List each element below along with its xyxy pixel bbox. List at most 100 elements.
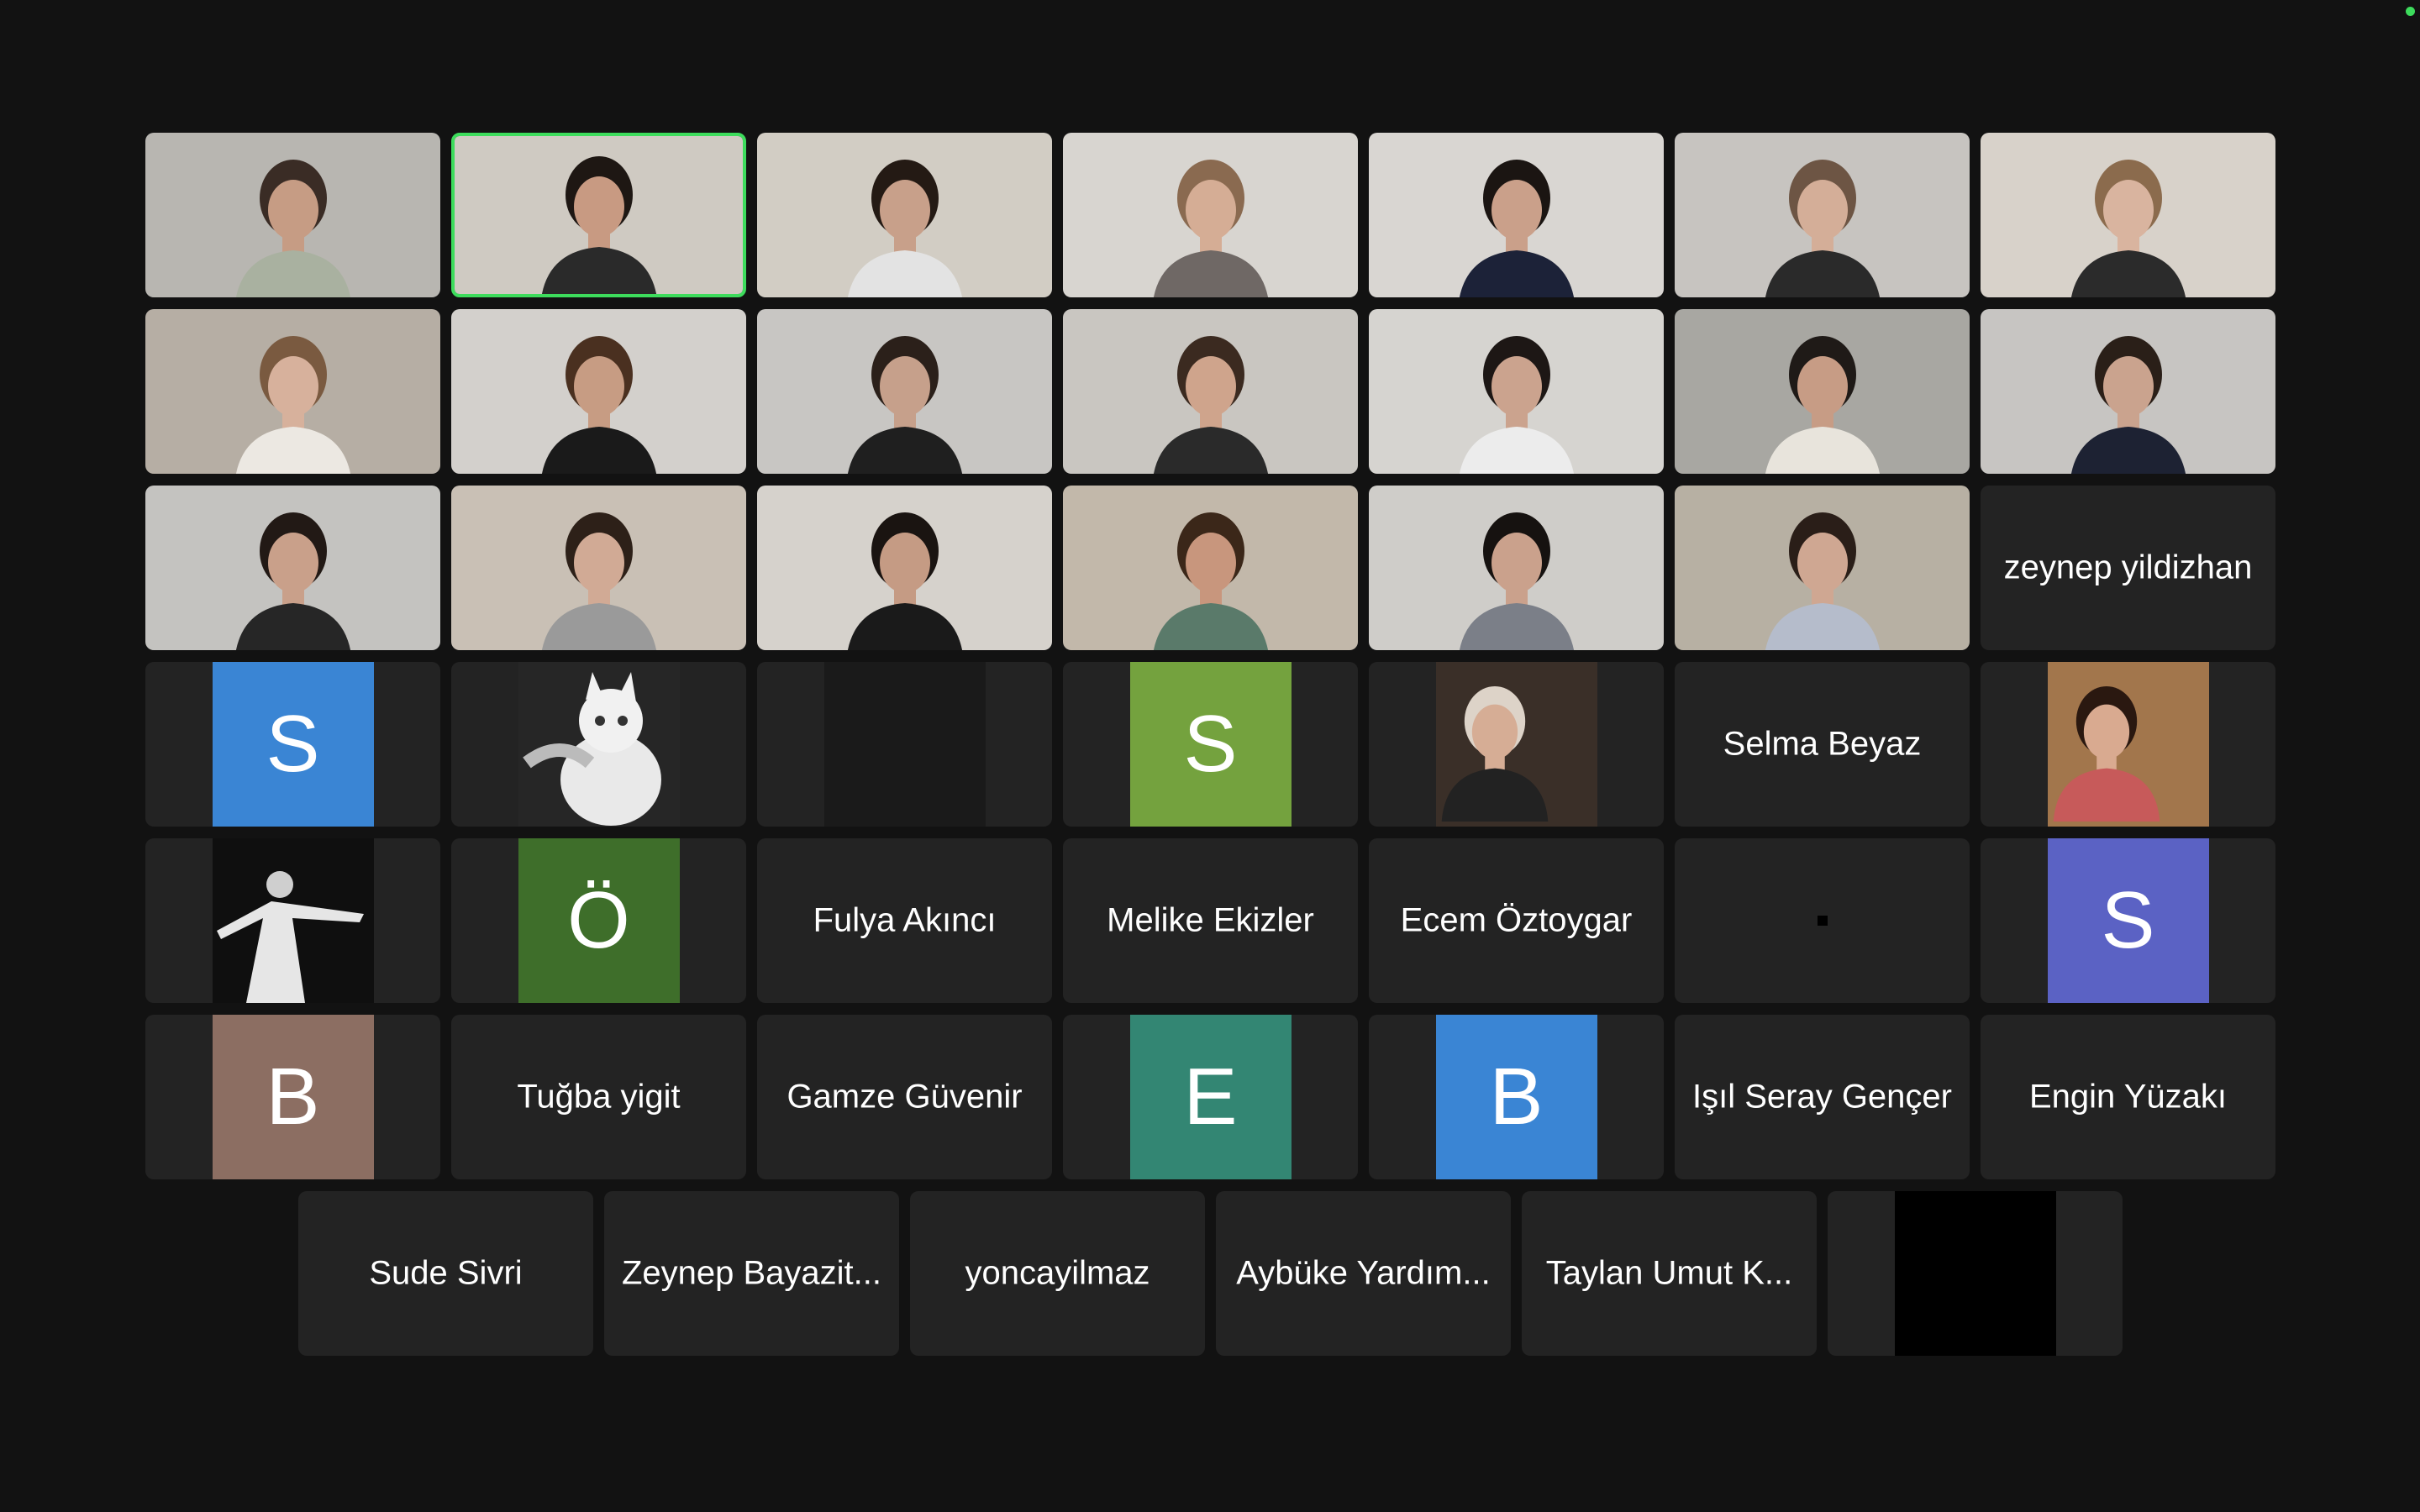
participant-video-tile[interactable]	[145, 309, 440, 474]
video-off-placeholder	[1894, 1191, 2056, 1356]
avatar: Ö	[518, 838, 680, 1003]
participant-video-tile[interactable]	[1063, 309, 1358, 474]
participant-name-tile[interactable]: Işıl Seray Gençer	[1675, 1015, 1970, 1179]
participant-avatar-tile[interactable]: B	[1369, 1015, 1664, 1179]
participant-no-video-tile[interactable]	[1828, 1191, 2123, 1356]
participant-video-tile[interactable]	[1675, 486, 1970, 650]
participant-name-tile[interactable]: Gamze Güvenir	[757, 1015, 1052, 1179]
video-feed	[455, 136, 743, 294]
video-feed	[1675, 486, 1970, 650]
avatar: E	[1129, 1015, 1292, 1179]
participant-photo-tile[interactable]	[1369, 662, 1664, 827]
participant-video-tile[interactable]	[1063, 133, 1358, 297]
participant-video-tile[interactable]	[451, 486, 746, 650]
participant-photo-tile[interactable]	[1981, 662, 2275, 827]
participant-silhouette-icon	[1459, 160, 1574, 297]
avatar: S	[212, 662, 374, 827]
profile-photo	[212, 838, 374, 1003]
participant-name: Zeynep Bayazit...	[621, 1254, 882, 1292]
participant-video-tile[interactable]	[1675, 133, 1970, 297]
participant-video-tile[interactable]	[1369, 309, 1664, 474]
video-feed	[1675, 133, 1970, 297]
participant-silhouette-icon	[235, 512, 350, 650]
participant-silhouette-icon	[235, 160, 350, 297]
avatar: S	[2047, 838, 2209, 1003]
participant-silhouette-icon	[1153, 336, 1268, 474]
status-dot-icon	[2406, 7, 2415, 16]
participant-name-tile[interactable]: yoncayilmaz	[910, 1191, 1205, 1356]
participant-name-tile[interactable]: Fulya Akıncı	[757, 838, 1052, 1003]
participant-name-tile[interactable]: Selma Beyaz	[1675, 662, 1970, 827]
video-feed	[1369, 133, 1664, 297]
participant-silhouette-icon	[1153, 512, 1268, 650]
participant-silhouette-icon	[541, 156, 656, 294]
video-feed	[145, 133, 440, 297]
participant-name: Işıl Seray Gençer	[1691, 1078, 1952, 1116]
participant-avatar-tile[interactable]: S	[145, 662, 440, 827]
profile-photo	[518, 662, 680, 827]
participant-video-tile[interactable]	[451, 309, 746, 474]
participant-video-tile[interactable]	[757, 309, 1052, 474]
video-feed	[757, 133, 1052, 297]
participant-name: Gamze Güvenir	[786, 1078, 1023, 1116]
participant-video-tile[interactable]	[1675, 309, 1970, 474]
participant-name-tile[interactable]: Zeynep Bayazit...	[604, 1191, 899, 1356]
participant-name: Ecem Öztoygar	[1400, 901, 1633, 939]
participant-silhouette-icon	[541, 336, 656, 474]
participant-video-tile[interactable]	[757, 486, 1052, 650]
video-feed	[451, 486, 746, 650]
participant-silhouette-icon	[2070, 336, 2186, 474]
participant-silhouette-icon	[1441, 685, 1548, 822]
participant-avatar-tile[interactable]: S	[1063, 662, 1358, 827]
participant-name: yoncayilmaz	[965, 1254, 1150, 1292]
participant-name-tile[interactable]: Sude Sivri	[298, 1191, 593, 1356]
participant-avatar-tile[interactable]: E	[1063, 1015, 1358, 1179]
participant-silhouette-icon	[1459, 336, 1574, 474]
participant-name-tile[interactable]: zeynep yildizhan	[1981, 486, 2275, 650]
video-feed	[1063, 309, 1358, 474]
participant-name: Tuğba yigit	[517, 1078, 681, 1116]
placeholder-dot-icon	[1817, 916, 1828, 926]
participant-avatar-tile[interactable]: S	[1981, 838, 2275, 1003]
participant-silhouette-icon	[1153, 160, 1268, 297]
participant-name-tile[interactable]: Ecem Öztoygar	[1369, 838, 1664, 1003]
participant-photo-tile[interactable]	[451, 662, 746, 827]
participant-name: Selma Beyaz	[1723, 725, 1922, 763]
profile-photo	[2047, 662, 2209, 827]
participant-name-tile[interactable]: Engin Yüzakı	[1981, 1015, 2275, 1179]
participant-video-tile[interactable]	[451, 133, 746, 297]
avatar: S	[1129, 662, 1292, 827]
participant-silhouette-icon	[1765, 512, 1880, 650]
participant-name: Melike Ekizler	[1107, 901, 1314, 939]
participant-silhouette-icon	[847, 336, 962, 474]
participant-name-tile[interactable]: Taylan Umut K...	[1522, 1191, 1817, 1356]
participant-no-video-tile[interactable]	[757, 662, 1052, 827]
video-feed	[1063, 486, 1358, 650]
participant-silhouette-icon	[1765, 336, 1880, 474]
participant-video-tile[interactable]	[1981, 309, 2275, 474]
participant-video-tile[interactable]	[145, 486, 440, 650]
participant-name: Fulya Akıncı	[813, 901, 997, 939]
participant-video-tile[interactable]	[1981, 133, 2275, 297]
participant-video-tile[interactable]	[1369, 486, 1664, 650]
participant-video-tile[interactable]	[1063, 486, 1358, 650]
participant-silhouette-icon	[2053, 685, 2160, 822]
video-feed	[757, 309, 1052, 474]
participant-name-tile[interactable]: Tuğba yigit	[451, 1015, 746, 1179]
participant-video-tile[interactable]	[757, 133, 1052, 297]
participant-silhouette-icon	[541, 512, 656, 650]
meeting-gallery-view: zeynep yildizhan S S Selma Beyaz Ö Fulya A…	[0, 0, 2420, 1512]
avatar: B	[212, 1015, 374, 1179]
participant-no-video-tile[interactable]	[1675, 838, 1970, 1003]
participant-photo-tile[interactable]	[145, 838, 440, 1003]
participant-name-tile[interactable]: Aybüke Yardım...	[1216, 1191, 1511, 1356]
participant-video-tile[interactable]	[145, 133, 440, 297]
participant-video-tile[interactable]	[1369, 133, 1664, 297]
participant-name-tile[interactable]: Melike Ekizler	[1063, 838, 1358, 1003]
participant-name: Aybüke Yardım...	[1236, 1254, 1491, 1292]
participant-avatar-tile[interactable]: B	[145, 1015, 440, 1179]
video-feed	[1981, 133, 2275, 297]
participant-avatar-tile[interactable]: Ö	[451, 838, 746, 1003]
video-feed	[1369, 309, 1664, 474]
profile-photo	[1435, 662, 1597, 827]
